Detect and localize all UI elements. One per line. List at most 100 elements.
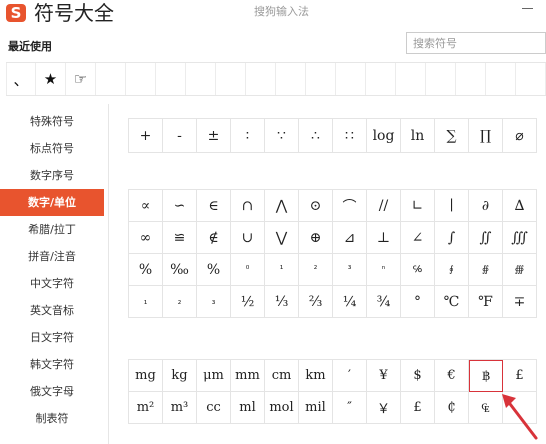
symbol-cell[interactable]: ∠ [401,222,435,254]
symbol-cell[interactable]: ℅ [401,254,435,286]
symbol-cell[interactable]: ⊕ [299,222,333,254]
sidebar-category-item[interactable]: 中文字符 [0,270,104,297]
symbol-cell[interactable]: ℉ [469,286,503,318]
symbol-cell[interactable]: mil [299,392,333,424]
recent-symbol-cell[interactable] [306,63,336,95]
symbol-cell[interactable]: ∣ [435,190,469,222]
symbol-cell[interactable]: μm [197,360,231,392]
symbol-cell[interactable]: ⁰ [231,254,265,286]
symbol-cell[interactable]: log [367,119,401,153]
symbol-cell[interactable]: ₃ [197,286,231,318]
symbol-cell[interactable]: ∓ [503,286,537,318]
symbol-cell[interactable]: ∂ [469,190,503,222]
symbol-cell[interactable]: ∏ [469,119,503,153]
recent-symbol-cell[interactable] [216,63,246,95]
symbol-cell[interactable]: cc [197,392,231,424]
sidebar-category-item[interactable]: 日文字符 [0,324,104,351]
symbol-cell[interactable]: ⋀ [265,190,299,222]
symbol-cell[interactable]: ₂ [163,286,197,318]
symbol-cell[interactable]: ₁ [129,286,163,318]
recent-symbol-cell[interactable] [396,63,426,95]
sidebar-category-item[interactable]: 制表符 [0,405,104,432]
symbol-cell[interactable]: ∞ [129,222,163,254]
symbol-cell[interactable]: ∟ [401,190,435,222]
sidebar-category-item[interactable]: 标点符号 [0,135,104,162]
symbol-cell[interactable]: m² [129,392,163,424]
symbol-cell[interactable]: ≌ [163,222,197,254]
recent-symbol-cell[interactable] [486,63,516,95]
search-box[interactable] [406,32,546,54]
symbol-cell[interactable]: ∩ [231,190,265,222]
symbol-cell[interactable]: € [435,360,469,392]
symbol-cell[interactable]: ⌀ [503,119,537,153]
symbol-cell[interactable]: cm [265,360,299,392]
symbol-cell[interactable]: ∈ [197,190,231,222]
sidebar-category-item[interactable]: 数字/单位 [0,189,104,216]
symbol-cell[interactable]: ¥ [367,360,401,392]
symbol-cell[interactable]: ∬ [469,222,503,254]
symbol-cell[interactable]: ฿ [469,360,503,392]
recent-symbol-cell[interactable] [336,63,366,95]
symbol-cell[interactable]: ⊿ [333,222,367,254]
recent-symbol-cell[interactable]: ★ [36,63,66,95]
symbol-cell[interactable]: ″ [333,392,367,424]
recent-symbol-cell[interactable] [126,63,156,95]
minimize-icon[interactable] [522,8,533,9]
sidebar-category-item[interactable]: 希腊/拉丁 [0,216,104,243]
symbol-cell[interactable]: ∽ [163,190,197,222]
symbol-cell[interactable]: mg [129,360,163,392]
symbol-cell[interactable]: ¾ [367,286,401,318]
symbol-cell[interactable]: % [197,254,231,286]
symbol-cell[interactable]: ∴ [299,119,333,153]
symbol-cell[interactable]: £ [503,360,537,392]
recent-symbol-cell[interactable]: 、 [6,63,36,95]
symbol-cell[interactable]: ∷ [333,119,367,153]
symbol-cell[interactable]: % [129,254,163,286]
symbol-cell[interactable]: ∵ [265,119,299,153]
symbol-cell[interactable]: ln [401,119,435,153]
symbol-cell[interactable]: £ [401,392,435,424]
symbol-cell[interactable]: ￥ [367,392,401,424]
recent-symbol-cell[interactable]: ☞ [66,63,96,95]
sidebar-category-item[interactable]: 韩文字符 [0,351,104,378]
symbol-cell[interactable]: ℃ [435,286,469,318]
sidebar-category-item[interactable]: 拼音/注音 [0,243,104,270]
recent-symbol-cell[interactable] [186,63,216,95]
symbol-cell[interactable]: ⌒ [333,190,367,222]
symbol-cell[interactable]: ∭ [503,222,537,254]
symbol-cell[interactable]: ⊙ [299,190,333,222]
symbol-cell[interactable]: ½ [231,286,265,318]
symbol-cell[interactable]: ³ [333,254,367,286]
symbol-cell[interactable]: ∫ [435,222,469,254]
symbol-cell[interactable]: ⁿ [367,254,401,286]
search-input[interactable] [413,35,541,51]
symbol-cell[interactable]: ∪ [231,222,265,254]
symbol-cell[interactable]: ₵ [435,392,469,424]
symbol-cell[interactable]: ⅓ [265,286,299,318]
symbol-cell[interactable]: ∯ [469,254,503,286]
symbol-cell[interactable]: // [367,190,401,222]
recent-symbol-cell[interactable] [426,63,456,95]
symbol-cell[interactable]: m³ [163,392,197,424]
recent-symbol-cell[interactable] [366,63,396,95]
symbol-cell[interactable]: ⊥ [367,222,401,254]
symbol-cell[interactable]: ⅔ [299,286,333,318]
symbol-cell[interactable]: ml [231,392,265,424]
symbol-cell[interactable]: mm [231,360,265,392]
symbol-cell[interactable]: ∉ [197,222,231,254]
recent-symbol-cell[interactable] [516,63,546,95]
symbol-cell[interactable]: $ [401,360,435,392]
sidebar-category-item[interactable]: 数字序号 [0,162,104,189]
symbol-cell[interactable]: ⋁ [265,222,299,254]
symbol-cell[interactable]: ± [197,119,231,153]
sidebar-category-item[interactable]: 特殊符号 [0,108,104,135]
symbol-cell[interactable]: ² [299,254,333,286]
symbol-cell[interactable]: + [129,119,163,153]
symbol-cell[interactable]: ′ [333,360,367,392]
symbol-cell[interactable]: kg [163,360,197,392]
symbol-cell[interactable]: ∶ [231,119,265,153]
sidebar-category-item[interactable]: 俄文字母 [0,378,104,405]
recent-symbol-cell[interactable] [456,63,486,95]
symbol-cell[interactable]: ∮ [435,254,469,286]
symbol-cell[interactable]: ∆ [503,190,537,222]
